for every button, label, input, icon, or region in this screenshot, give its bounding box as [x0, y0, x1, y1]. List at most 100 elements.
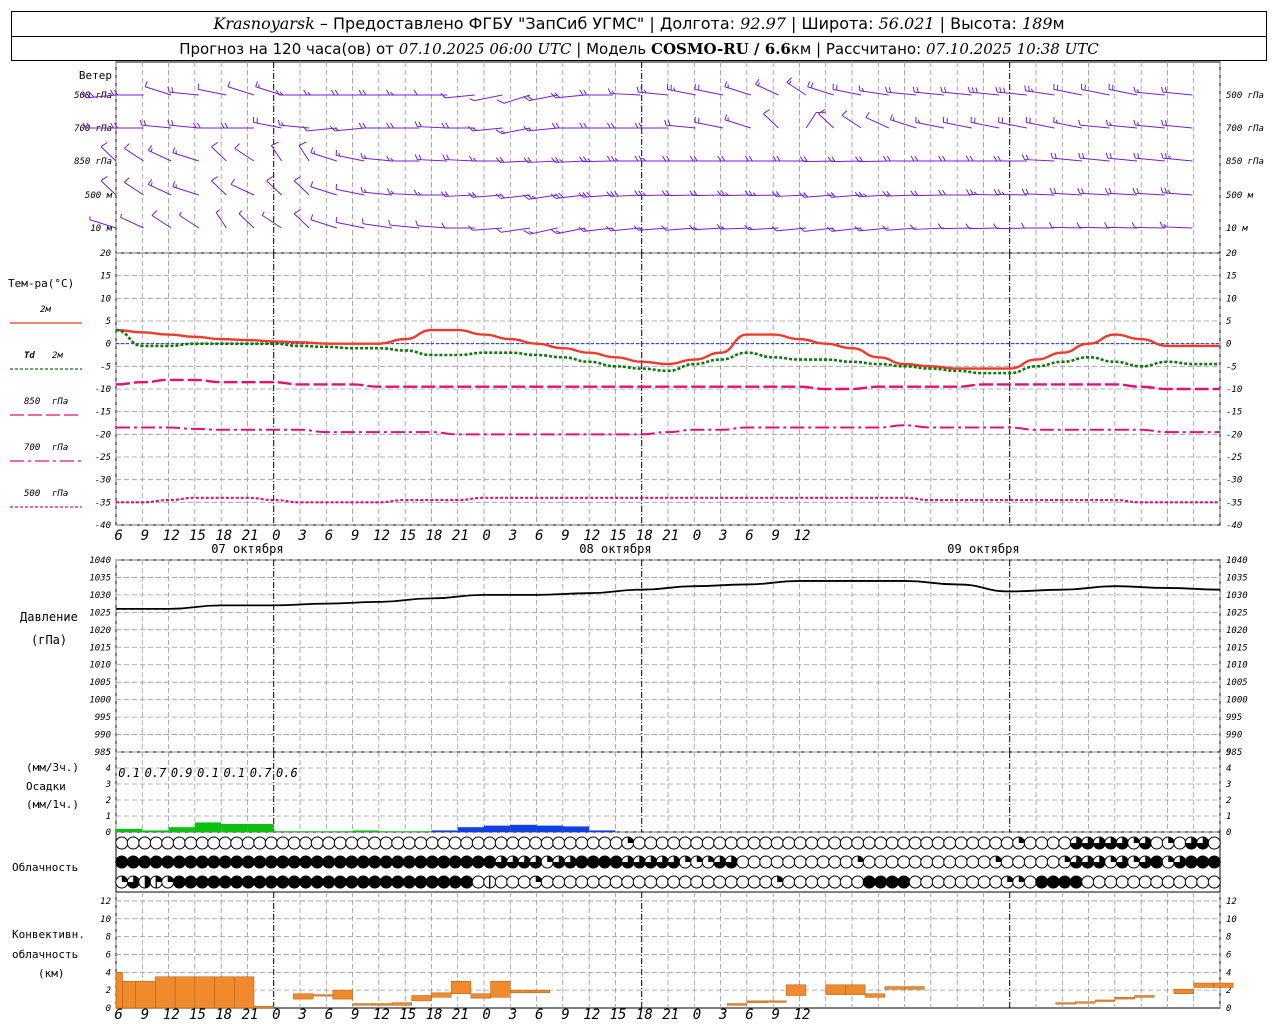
- cloud-symbol: [1138, 836, 1152, 850]
- cloud-circle: [425, 836, 439, 850]
- cloud-symbol: [1012, 855, 1026, 869]
- cloud-overcast: [380, 876, 393, 888]
- wind-feather: [999, 87, 1002, 93]
- wind-feather: [776, 155, 781, 162]
- precip-bar: [273, 831, 300, 832]
- temp-tick-right: 5: [1226, 317, 1231, 327]
- cloud-circle: [897, 836, 911, 850]
- cloud-symbol: [1150, 836, 1164, 850]
- cloud-circle: [322, 836, 336, 850]
- cloud-symbol: [126, 855, 140, 869]
- cloud-symbol: [540, 875, 554, 889]
- temp-tick-left: -5: [100, 362, 111, 372]
- wind-feather: [757, 82, 760, 86]
- cloud-symbol: [793, 836, 807, 850]
- cloud-circle: [299, 836, 313, 850]
- cloud-symbol: [1104, 836, 1118, 850]
- wind-shaft: [858, 194, 889, 198]
- cloud-symbol: [724, 875, 738, 889]
- cloud-circle: [770, 836, 784, 850]
- wind-shaft: [527, 160, 558, 163]
- pressure-tick-left: 995: [95, 713, 111, 723]
- cloud-circle: [632, 875, 646, 889]
- precip-tick-left: 1: [106, 812, 111, 822]
- wind-shaft: [1024, 159, 1055, 162]
- wind-shaft: [755, 83, 779, 96]
- conv-hour-label: 15: [399, 1007, 416, 1023]
- cloud-circle: [552, 875, 566, 889]
- wind-shaft: [970, 121, 1000, 129]
- cloud-circle: [724, 836, 738, 850]
- wind-shaft: [1162, 226, 1193, 229]
- wind-shaft: [310, 186, 337, 196]
- wind-feather: [1077, 187, 1081, 194]
- cloud-overcast: [414, 876, 427, 888]
- wind-shaft: [279, 124, 310, 129]
- cloud-overcast: [414, 856, 427, 868]
- wind-feather: [689, 155, 694, 162]
- wind-shaft: [969, 193, 1000, 196]
- wind-barb: [1020, 222, 1055, 229]
- wind-shaft: [638, 194, 669, 197]
- convective-bar: [726, 1003, 748, 1006]
- cloud-circle: [402, 836, 416, 850]
- wind-barb: [884, 86, 917, 96]
- wind-shaft: [890, 119, 917, 129]
- wind-feather: [120, 213, 123, 218]
- wind-barb: [763, 109, 779, 129]
- convective-bar: [411, 995, 432, 1002]
- cloud-symbol: [1058, 836, 1072, 850]
- cloud-circle: [437, 836, 451, 850]
- temp-hour-label: 9: [772, 528, 780, 544]
- wind-feather: [788, 80, 792, 85]
- precip-value-label: 0.1: [197, 766, 219, 780]
- wind-shaft: [583, 194, 613, 198]
- wind-barb: [230, 179, 255, 196]
- pressure-title: Давление: [20, 610, 78, 624]
- cloud-symbol: [1104, 855, 1118, 869]
- cloud-symbol: [621, 836, 635, 850]
- cloud-circle: [1092, 875, 1106, 889]
- wind-barb: [841, 110, 862, 129]
- cloud-overcast: [127, 856, 140, 868]
- convective-bar: [122, 980, 136, 1009]
- temp-hour-label: 3: [508, 528, 517, 544]
- cloud-symbol: [414, 875, 428, 889]
- cloud-symbol: [1023, 855, 1037, 869]
- pressure-tick-right: 1035: [1226, 573, 1248, 583]
- conv-hour-label: 9: [561, 1007, 569, 1023]
- cloud-symbol: [230, 875, 244, 889]
- cloud-symbol: [287, 875, 301, 889]
- cloud-symbol: [759, 875, 773, 889]
- cloud-symbol: [793, 855, 807, 869]
- cloud-symbol: [448, 836, 462, 850]
- cloud-circle: [460, 836, 474, 850]
- temp-hour-label: 21: [662, 528, 679, 544]
- cloud-circle: [253, 836, 267, 850]
- cloud-symbol: [1173, 836, 1187, 850]
- cloud-symbol: [793, 875, 807, 889]
- wind-feather: [123, 177, 130, 183]
- cloud-symbol: [1092, 855, 1106, 869]
- cloud-circle: [816, 836, 830, 850]
- wind-barb: [1105, 152, 1138, 162]
- wind-shaft: [831, 194, 862, 198]
- precip-tick-left: 0: [106, 828, 111, 838]
- cloud-symbol: [667, 875, 681, 889]
- wind-feather: [362, 122, 367, 129]
- wind-barb: [1053, 116, 1083, 129]
- wind-shaft: [914, 91, 945, 96]
- wind-feather: [1133, 86, 1136, 93]
- cloud-circle: [1207, 836, 1221, 850]
- cloud-symbol: [391, 855, 405, 869]
- cloud-symbol: [207, 855, 221, 869]
- wind-shaft: [1024, 193, 1055, 196]
- cloud-circle: [655, 836, 669, 850]
- cloud-symbol: [736, 855, 750, 869]
- wind-shaft: [805, 112, 817, 129]
- wind-barb: [1078, 119, 1110, 129]
- wind-feather: [227, 81, 231, 87]
- cloud-overcast: [449, 876, 462, 888]
- wind-feather: [302, 125, 308, 132]
- convective-bar: [1173, 989, 1194, 994]
